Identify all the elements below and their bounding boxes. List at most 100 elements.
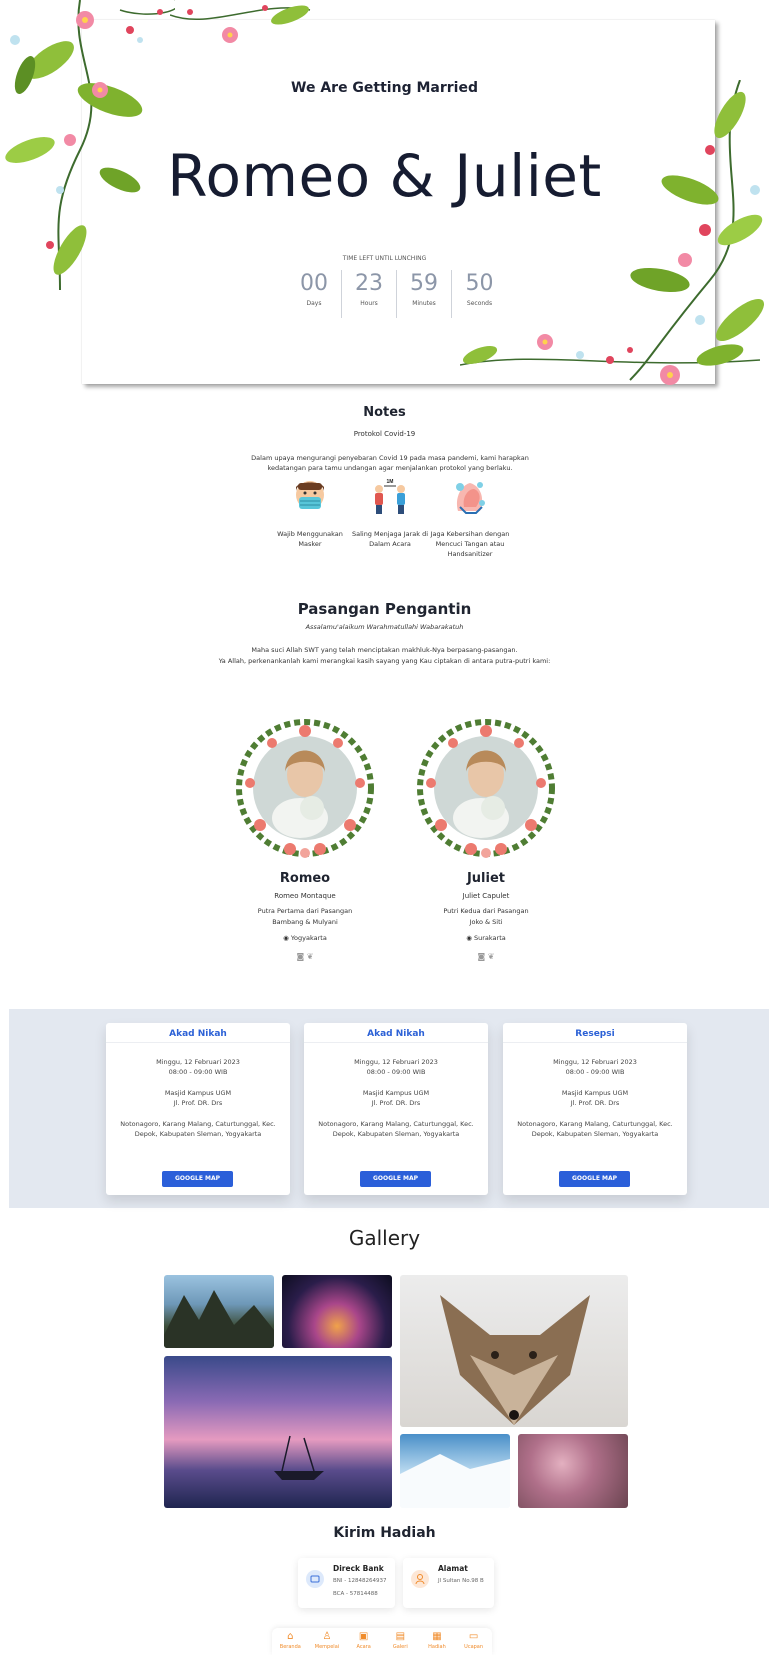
protocol-item-handwash: Jaga Kebersihan dengan Mencuci Tangan at… (430, 477, 510, 562)
gift-bank-title: Direck Bank (333, 1564, 384, 1573)
google-map-button[interactable]: GOOGLE MAP (360, 1171, 431, 1187)
protocol-caption: Saling Menjaga Jarak di Dalam Acara (351, 530, 429, 548)
countdown-seconds: 50 Seconds (452, 270, 507, 318)
event-address-line: Depok, Kabupaten Sleman, Yogyakarta (332, 1130, 460, 1138)
credit-card-icon (306, 1570, 324, 1588)
event-venue-street: Jl. Prof. DR. Drs (371, 1099, 421, 1107)
bride-profile: Juliet Juliet Capulet Putri Kedua dari P… (411, 713, 561, 961)
event-address-line: Notonagoro, Karang Malang, Caturtunggal,… (318, 1120, 474, 1128)
bride-photo-wreath (417, 719, 555, 858)
event-date: Minggu, 12 Februari 2023 (354, 1058, 438, 1066)
bride-social-links: ◙ ❦ (411, 952, 561, 961)
nav-label: Hadiah (428, 1644, 446, 1650)
countdown-unit: Seconds (466, 300, 493, 307)
twitter-icon[interactable]: ❦ (307, 952, 314, 961)
nav-item-acara[interactable]: ▣ Acara (346, 1628, 382, 1655)
location-icon: ◉ (466, 934, 472, 942)
home-icon: ⌂ (287, 1631, 294, 1642)
nav-item-ucapan[interactable]: ▭ Ucapan (456, 1628, 492, 1655)
gift-card-bank[interactable]: Direck Bank BNI - 12848264937 BCA - 5781… (298, 1558, 395, 1608)
nav-label: Ucapan (464, 1644, 484, 1650)
nav-item-beranda[interactable]: ⌂ Beranda (272, 1628, 308, 1655)
gallery-photo-snow[interactable] (400, 1434, 510, 1508)
nav-item-mempelai[interactable]: ♙ Mempelai (309, 1628, 345, 1655)
groom-full-name: Romeo Montaque (274, 892, 336, 900)
handwash-icon (456, 482, 485, 514)
event-time: 08:00 - 09:00 WIB (565, 1068, 625, 1076)
event-address-line: Depok, Kabupaten Sleman, Yogyakarta (134, 1130, 262, 1138)
protocol-caption: Wajib Menggunakan Masker (277, 530, 343, 548)
floral-vine-top (170, 5, 311, 43)
floral-decoration-bottom-right (460, 334, 761, 385)
nav-label: Beranda (279, 1644, 301, 1650)
gift-address-line: Jl Sultan No.98 B (438, 1578, 484, 1584)
gallery-photo-mountains[interactable] (164, 1275, 274, 1348)
gallery-photo-blossom[interactable] (518, 1434, 628, 1508)
gift-address-title: Alamat (438, 1564, 468, 1573)
groom-social-links: ◙ ❦ (230, 952, 380, 961)
event-datetime: Minggu, 12 Februari 2023 08:00 - 09:00 W… (503, 1057, 687, 1077)
couple-greeting: Assalamu'alaikum Warahmatullahi Wabaraka… (305, 623, 464, 631)
protocol-item-mask: Wajib Menggunakan Masker (270, 477, 350, 562)
event-time: 08:00 - 09:00 WIB (168, 1068, 228, 1076)
instagram-icon[interactable]: ◙ (296, 952, 304, 961)
bride-name: Juliet (466, 871, 506, 886)
event-venue-street: Jl. Prof. DR. Drs (173, 1099, 223, 1107)
event-time: 08:00 - 09:00 WIB (366, 1068, 426, 1076)
couple-description-line: Maha suci Allah SWT yang telah menciptak… (251, 646, 518, 654)
twitter-icon[interactable]: ❦ (488, 952, 495, 961)
mask-icon (296, 481, 324, 509)
google-map-button[interactable]: GOOGLE MAP (162, 1171, 233, 1187)
nav-item-galeri[interactable]: ▤ Galeri (382, 1628, 418, 1655)
protocol-caption: Jaga Kebersihan dengan Mencuci Tangan at… (430, 530, 510, 558)
groom-name: Romeo (279, 871, 331, 886)
gallery-title: Gallery (348, 1226, 421, 1250)
couple-description: Maha suci Allah SWT yang telah menciptak… (0, 645, 769, 667)
countdown-value: 50 (465, 271, 494, 296)
event-address-line: Depok, Kabupaten Sleman, Yogyakarta (531, 1130, 659, 1138)
gallery-photo-milkyway[interactable] (282, 1275, 392, 1348)
event-venue-name: Masjid Kampus UGM (362, 1089, 430, 1097)
countdown-days: 00 Days (287, 270, 342, 318)
groom-city-label: Yogyakarta (290, 934, 327, 942)
event-card-akad-2: Akad Nikah Minggu, 12 Februari 2023 08:0… (304, 1023, 488, 1195)
gift-bank-account: BCA - 57814488 (333, 1591, 378, 1597)
boat-image (274, 1435, 324, 1480)
nav-label: Galeri (392, 1644, 408, 1650)
event-venue: Masjid Kampus UGM Jl. Prof. DR. Drs (106, 1088, 290, 1108)
event-venue: Masjid Kampus UGM Jl. Prof. DR. Drs (304, 1088, 488, 1108)
bride-parents-line: Putri Kedua dari Pasangan (443, 907, 529, 915)
countdown-unit: Days (306, 300, 322, 307)
gallery-photo-coyote[interactable] (400, 1275, 628, 1427)
nav-label: Mempelai (314, 1644, 340, 1650)
hero-title: Romeo & Juliet (167, 142, 602, 210)
snow-mountain-image (400, 1454, 510, 1508)
countdown-timer: 00 Days 23 Hours 59 Minutes 50 Seconds (287, 270, 507, 318)
bride-city-label: Surakarta (474, 934, 506, 942)
event-date: Minggu, 12 Februari 2023 (156, 1058, 240, 1066)
bride-parents: Putri Kedua dari Pasangan Joko & Siti (411, 906, 561, 928)
mountains-image (164, 1290, 274, 1348)
chat-icon: ▭ (468, 1631, 479, 1642)
couple-icon: ♙ (322, 1631, 332, 1642)
countdown-hours: 23 Hours (342, 270, 397, 318)
couple-section-title: Pasangan Pengantin (297, 600, 472, 618)
gallery-icon: ▤ (395, 1631, 406, 1642)
gift-card-address[interactable]: Alamat Jl Sultan No.98 B (403, 1558, 494, 1608)
countdown-label: TIME LEFT UNTIL LUNCHING (342, 255, 427, 262)
event-venue: Masjid Kampus UGM Jl. Prof. DR. Drs (503, 1088, 687, 1108)
event-datetime: Minggu, 12 Februari 2023 08:00 - 09:00 W… (304, 1057, 488, 1077)
gift-icon: ▦ (432, 1631, 442, 1642)
notes-title: Notes (363, 405, 406, 420)
distance-label: 1M (387, 479, 394, 485)
instagram-icon[interactable]: ◙ (477, 952, 485, 961)
google-map-button[interactable]: GOOGLE MAP (559, 1171, 630, 1187)
person-icon (411, 1570, 429, 1588)
event-date: Minggu, 12 Februari 2023 (553, 1058, 637, 1066)
calendar-icon: ▣ (358, 1631, 369, 1642)
nav-item-hadiah[interactable]: ▦ Hadiah (419, 1628, 455, 1655)
event-address: Notonagoro, Karang Malang, Caturtunggal,… (503, 1119, 687, 1139)
event-title: Akad Nikah (304, 1023, 488, 1043)
countdown-value: 59 (410, 271, 438, 296)
gallery-photo-lake-boat[interactable] (164, 1356, 392, 1508)
